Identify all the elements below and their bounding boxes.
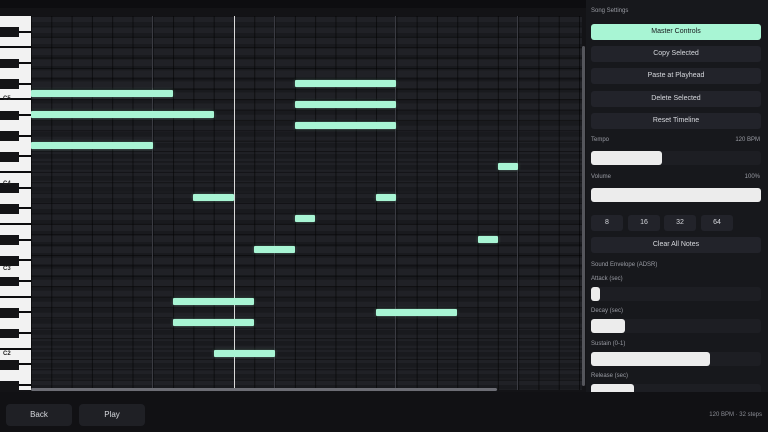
horizontal-scrollbar[interactable]: [31, 388, 497, 391]
black-key[interactable]: [0, 79, 19, 89]
paste-at-playhead-button[interactable]: Paste at Playhead: [591, 68, 761, 84]
black-key[interactable]: [0, 110, 19, 120]
bar-line: [517, 16, 519, 390]
note-block[interactable]: [294, 121, 397, 129]
bar-line: [151, 16, 153, 390]
row-lines: [31, 16, 582, 390]
black-key[interactable]: [0, 235, 19, 245]
note-block[interactable]: [294, 100, 397, 108]
sustain-slider[interactable]: [591, 352, 761, 366]
delete-selected-button[interactable]: Delete Selected: [591, 91, 761, 107]
note-block[interactable]: [193, 194, 234, 202]
black-key[interactable]: [0, 329, 19, 339]
note-block[interactable]: [477, 235, 498, 243]
reset-timeline-button[interactable]: Reset Timeline: [591, 113, 761, 129]
attack-slider-fill: [591, 287, 600, 301]
note-block[interactable]: [31, 111, 214, 119]
note-block[interactable]: [376, 308, 458, 316]
black-key[interactable]: [0, 277, 19, 287]
black-key[interactable]: [0, 308, 19, 318]
decay-slider-fill: [591, 319, 625, 333]
tempo-slider-fill: [591, 151, 663, 165]
piano-roll-grid[interactable]: [31, 16, 582, 390]
key-label-c3: C3: [3, 266, 11, 272]
tempo-label: Tempo: [591, 137, 610, 143]
back-button[interactable]: Back: [6, 404, 72, 426]
black-key[interactable]: [0, 58, 19, 68]
black-key[interactable]: [0, 152, 19, 162]
volume-label: Volume: [591, 174, 612, 180]
black-key[interactable]: [0, 256, 19, 266]
tempo-slider[interactable]: [591, 151, 761, 165]
steps-32-button[interactable]: 32: [664, 215, 696, 231]
piano-keyboard[interactable]: C5 C4 C3 C2: [0, 16, 31, 390]
note-block[interactable]: [213, 350, 275, 358]
black-key[interactable]: [0, 381, 19, 390]
note-block[interactable]: [173, 319, 255, 327]
sustain-label: Sustain (0-1): [591, 341, 626, 347]
attack-slider[interactable]: [591, 287, 761, 301]
note-block[interactable]: [31, 142, 153, 150]
note-block[interactable]: [31, 90, 174, 98]
playhead[interactable]: [234, 16, 235, 390]
sustain-slider-fill: [591, 352, 710, 366]
attack-label: Attack (sec): [591, 276, 623, 282]
bar-line: [273, 16, 275, 390]
decay-label: Decay (sec): [591, 308, 624, 314]
black-key[interactable]: [0, 360, 19, 370]
volume-slider[interactable]: [591, 188, 761, 202]
release-slider-fill: [591, 384, 634, 392]
steps-64-button[interactable]: 64: [701, 215, 733, 231]
note-block[interactable]: [294, 79, 397, 87]
play-button[interactable]: Play: [79, 404, 145, 426]
black-key[interactable]: [0, 131, 19, 141]
steps-8-button[interactable]: 8: [591, 215, 623, 231]
song-settings-panel: Song Settings Master Controls Copy Selec…: [586, 0, 768, 392]
note-block[interactable]: [254, 246, 295, 254]
black-key[interactable]: [0, 27, 19, 37]
panel-title: Song Settings: [591, 8, 629, 14]
bar-line: [395, 16, 397, 390]
note-block[interactable]: [294, 215, 316, 223]
note-block[interactable]: [376, 194, 397, 202]
copy-selected-button[interactable]: Copy Selected: [591, 46, 761, 62]
master-controls-button[interactable]: Master Controls: [591, 24, 761, 40]
clear-all-notes-button[interactable]: Clear All Notes: [591, 237, 761, 253]
tempo-value: 120 BPM: [735, 137, 760, 143]
note-block[interactable]: [497, 163, 519, 171]
note-block[interactable]: [173, 298, 255, 306]
release-slider[interactable]: [591, 384, 761, 392]
volume-slider-fill: [591, 188, 761, 202]
black-key[interactable]: [0, 204, 19, 214]
vertical-scrollbar[interactable]: [582, 46, 585, 386]
status-text: 120 BPM · 32 steps: [709, 412, 762, 418]
key-label-c2: C2: [3, 351, 11, 357]
key-label-c5: C5: [3, 96, 11, 102]
release-label: Release (sec): [591, 373, 629, 379]
decay-slider[interactable]: [591, 319, 761, 333]
volume-value: 100%: [744, 174, 760, 180]
steps-16-button[interactable]: 16: [628, 215, 660, 231]
envelope-title: Sound Envelope (ADSR): [591, 262, 658, 268]
key-label-c4: C4: [3, 181, 11, 187]
